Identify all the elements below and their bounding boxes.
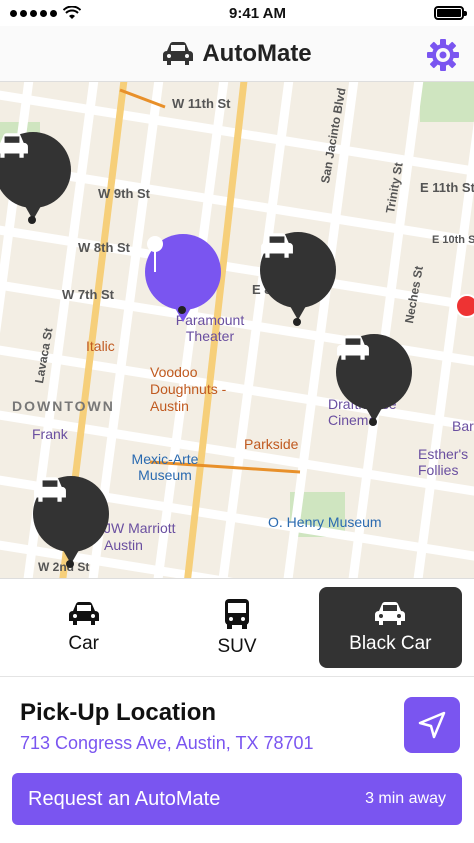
signal-area bbox=[10, 6, 81, 20]
place-label: O. Henry Museum bbox=[268, 514, 382, 530]
street-label: W 11th St bbox=[172, 96, 231, 111]
marker-dot bbox=[66, 560, 74, 568]
pickup-address[interactable]: 713 Congress Ave, Austin, TX 78701 bbox=[20, 733, 454, 754]
bottom-sheet: Car SUV Black Car Pick-Up Location 713 C… bbox=[0, 578, 474, 843]
request-button[interactable]: Request an AutoMate 3 min away bbox=[12, 773, 462, 825]
vehicle-type-selector: Car SUV Black Car bbox=[0, 579, 474, 677]
place-label: Parkside bbox=[244, 436, 299, 452]
car-icon bbox=[375, 601, 406, 625]
street-label: W 9th St bbox=[98, 186, 150, 201]
street-label: W 7th St bbox=[62, 287, 114, 302]
street-label: E 10th St bbox=[432, 234, 474, 246]
vehicle-type-car[interactable]: Car bbox=[12, 587, 155, 668]
car-icon bbox=[0, 133, 28, 158]
vehicle-type-label: Black Car bbox=[349, 632, 432, 654]
wifi-icon bbox=[63, 6, 81, 19]
no-entry-icon bbox=[455, 294, 474, 318]
app-title: AutoMate bbox=[202, 39, 312, 67]
pickup-marker[interactable] bbox=[145, 234, 221, 322]
pickup-section: Pick-Up Location 713 Congress Ave, Austi… bbox=[0, 677, 474, 773]
eta-label: 3 min away bbox=[365, 790, 446, 807]
vehicle-type-suv[interactable]: SUV bbox=[165, 587, 308, 668]
place-label: Paramount Theater bbox=[175, 312, 245, 344]
signal-icon bbox=[10, 9, 57, 17]
status-bar: 9:41 AM bbox=[0, 0, 474, 26]
place-label: Italic bbox=[86, 338, 115, 354]
car-logo-icon bbox=[163, 41, 194, 65]
car-icon bbox=[337, 335, 369, 360]
car-icon bbox=[68, 601, 99, 625]
place-label: Mexic-Arte Museum bbox=[131, 451, 199, 483]
street-label: W 8th St bbox=[78, 240, 130, 255]
place-label: Bar bbox=[452, 418, 474, 434]
place-label: Frank bbox=[32, 426, 68, 442]
current-location-button[interactable] bbox=[404, 697, 460, 753]
place-label: JW Marriott Austin bbox=[104, 520, 176, 553]
marker-dot bbox=[293, 318, 301, 326]
place-label: Voodoo Doughnuts - Austin bbox=[150, 364, 227, 414]
vehicle-type-label: Car bbox=[68, 632, 99, 654]
location-arrow-icon bbox=[418, 711, 446, 739]
clock: 9:41 AM bbox=[229, 4, 286, 22]
nav-bar: AutoMate bbox=[0, 26, 474, 82]
marker-dot bbox=[369, 418, 377, 426]
street-label: E 11th St bbox=[420, 180, 474, 195]
car-icon bbox=[34, 477, 66, 502]
bus-icon bbox=[224, 598, 249, 629]
car-marker[interactable] bbox=[336, 334, 412, 422]
pickup-title: Pick-Up Location bbox=[20, 699, 217, 726]
vehicle-type-black-car[interactable]: Black Car bbox=[318, 587, 462, 668]
car-marker[interactable] bbox=[33, 476, 109, 564]
vehicle-type-label: SUV bbox=[217, 635, 257, 657]
app-brand: AutoMate bbox=[162, 39, 312, 68]
car-icon bbox=[261, 233, 293, 258]
car-marker[interactable] bbox=[260, 232, 336, 320]
place-label: Esther's Follies bbox=[418, 446, 469, 478]
map-view[interactable]: W 11th St W 9th St W 8th St W 7th St E 8… bbox=[0, 82, 474, 582]
pin-icon bbox=[147, 236, 163, 272]
marker-dot bbox=[178, 306, 186, 314]
request-label: Request an AutoMate bbox=[28, 787, 221, 810]
district-label: DOWNTOWN bbox=[12, 398, 115, 414]
gear-icon[interactable] bbox=[426, 38, 460, 72]
battery-icon bbox=[434, 6, 467, 20]
marker-dot bbox=[28, 216, 36, 224]
